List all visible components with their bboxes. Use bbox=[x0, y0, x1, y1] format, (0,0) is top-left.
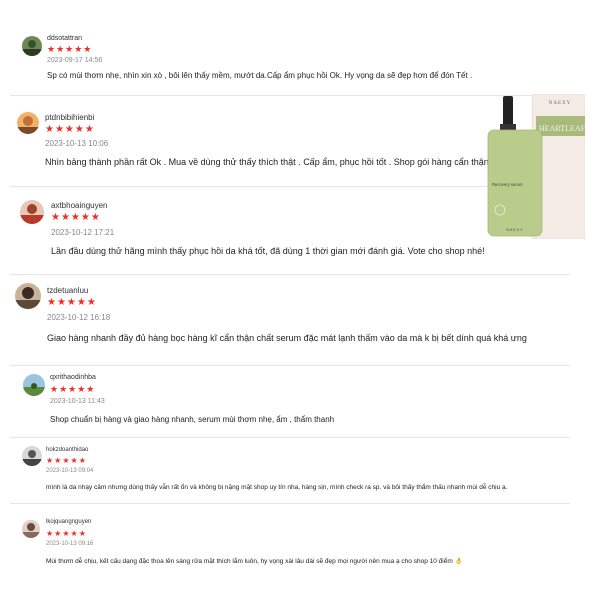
rating-stars: ★★★★★ bbox=[51, 212, 101, 223]
review-timestamp: 2023-10-13 11:43 bbox=[50, 398, 105, 405]
pump-icon bbox=[503, 96, 513, 126]
review-username[interactable]: ddsotattran bbox=[47, 35, 82, 42]
review-comment: mình là da nhạy cảm nhưng dùng thấy vẫn … bbox=[46, 484, 508, 491]
avatar[interactable] bbox=[22, 520, 40, 538]
review-comment: Shop chuẩn bị hàng và giao hàng nhanh, s… bbox=[50, 415, 335, 424]
rating-stars: ★★★★★ bbox=[45, 124, 95, 135]
avatar[interactable] bbox=[22, 36, 42, 56]
avatar[interactable] bbox=[22, 446, 42, 466]
review-timestamp: 2023-10-13 09:04 bbox=[46, 468, 94, 474]
review-timestamp: 2023-10-12 17:21 bbox=[51, 228, 115, 237]
review-comment: Nhìn bảng thành phần rất Ok . Mua về dùn… bbox=[45, 157, 494, 167]
review-comment: Mùi thơm dễ chịu, kết cấu dạng đặc thoa … bbox=[46, 558, 463, 565]
review-timestamp: 2023-09-17 14:56 bbox=[47, 57, 103, 64]
avatar[interactable] bbox=[17, 112, 39, 134]
review-timestamp: 2023-10-12 16:18 bbox=[47, 313, 111, 322]
review-username[interactable]: hokzdoanthidao bbox=[46, 447, 88, 453]
rating-stars: ★★★★★ bbox=[50, 384, 96, 394]
review-divider bbox=[10, 186, 490, 187]
box-line: HEARTLEAF bbox=[539, 124, 585, 133]
bottle-product-name: Recovery serum bbox=[492, 182, 523, 187]
review-divider bbox=[10, 274, 570, 275]
review-comment: Lần đầu dùng thử hãng mình thấy phục hồi… bbox=[51, 246, 485, 256]
rating-stars: ★★★★★ bbox=[46, 529, 87, 538]
review-comment: Sp có mùi thơm nhẹ, nhìn xin xò , bôi lê… bbox=[47, 71, 473, 80]
bottle-brand: NAEXY bbox=[506, 228, 523, 232]
review-timestamp: 2023-10-13 10:06 bbox=[45, 139, 109, 148]
rating-stars: ★★★★★ bbox=[46, 456, 87, 465]
review-divider bbox=[10, 503, 570, 504]
box-brand: NAEXY bbox=[549, 101, 572, 106]
review-username[interactable]: lkojquangnguyen bbox=[46, 519, 91, 525]
avatar[interactable] bbox=[23, 374, 45, 396]
review-username[interactable]: tzdetuanluu bbox=[47, 286, 88, 295]
review-divider bbox=[10, 437, 570, 438]
review-username[interactable]: ptdnbibihienbi bbox=[45, 113, 94, 122]
rating-stars: ★★★★★ bbox=[47, 44, 93, 54]
product-image[interactable]: NAEXY HEARTLEAF Recovery serum NAEXY bbox=[486, 93, 586, 240]
avatar[interactable] bbox=[15, 283, 41, 309]
avatar[interactable] bbox=[20, 200, 44, 224]
rating-stars: ★★★★★ bbox=[47, 297, 97, 308]
review-username[interactable]: axtbhoainguyen bbox=[51, 201, 108, 210]
review-timestamp: 2023-10-13 09:16 bbox=[46, 541, 94, 547]
review-comment: Giao hàng nhanh đầy đủ hàng bọc hàng kĩ … bbox=[47, 333, 527, 343]
review-username[interactable]: qxrithaodinhba bbox=[50, 374, 96, 381]
review-divider bbox=[10, 365, 570, 366]
